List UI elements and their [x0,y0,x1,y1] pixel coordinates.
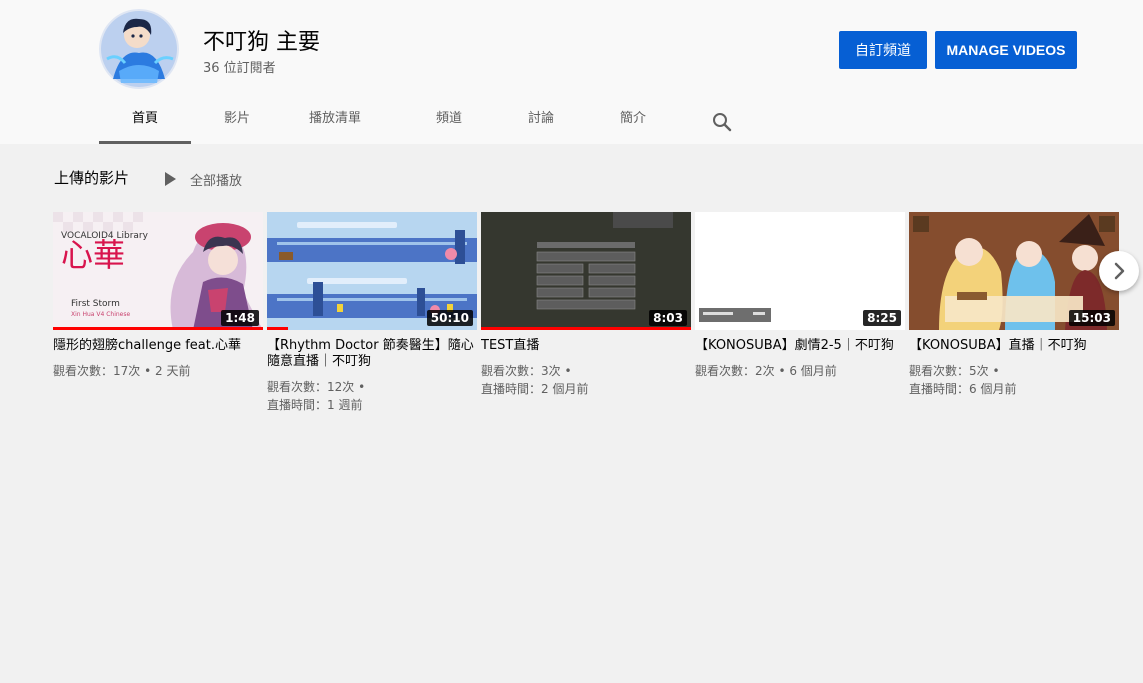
play-icon [165,172,176,186]
video-thumbnail[interactable]: 8:03 [481,212,691,330]
video-meta: 觀看次數：17次 • 2 天前 [53,364,191,378]
video-card[interactable]: 心華 VOCALOID4 Library First Storm Xin Hua… [53,212,263,380]
shelf-title: 上傳的影片 [54,169,130,187]
video-age: 直播時間：2 個月前 [481,382,589,396]
video-age: 6 個月前 [789,364,837,378]
video-duration: 8:25 [863,310,901,326]
tab-playlists[interactable]: 播放清單 [283,96,387,144]
video-title[interactable]: TEST直播 [481,338,691,354]
channel-header: 不叮狗 主要 36 位訂閱者 自訂頻道 MANAGE VIDEOS 首頁 影片 … [0,0,1143,144]
video-meta: 觀看次數：3次 • 直播時間：2 個月前 [481,364,589,396]
video-title[interactable]: 隱形的翅膀challenge feat.心華 [53,338,263,354]
video-views: 觀看次數：12次 [267,380,355,394]
video-views: 觀看次數：5次 [909,364,989,378]
video-title[interactable]: 【Rhythm Doctor 節奏醫生】隨心隨意直播｜不叮狗 [267,338,477,370]
video-thumbnail[interactable]: 50:10 [267,212,477,330]
video-title[interactable]: 【KONOSUBA】直播｜不叮狗 [909,338,1119,354]
watch-progress [481,327,691,330]
video-meta: 觀看次數：5次 • 直播時間：6 個月前 [909,364,1017,396]
video-age: 直播時間：1 週前 [267,398,363,412]
video-card[interactable]: 15:03 【KONOSUBA】直播｜不叮狗 觀看次數：5次 • 直播時間：6 個… [909,212,1119,398]
manage-videos-button[interactable]: MANAGE VIDEOS [935,31,1077,69]
tab-discussion[interactable]: 討論 [495,96,587,144]
video-card[interactable]: 8:25 【KONOSUBA】劇情2-5｜不叮狗 觀看次數：2次 • 6 個月前 [695,212,905,380]
video-views: 觀看次數：17次 [53,364,141,378]
video-meta: 觀看次數：12次 • 直播時間：1 週前 [267,380,366,412]
video-duration: 50:10 [426,310,473,326]
play-all-button[interactable]: 全部播放 [162,168,242,190]
video-duration: 15:03 [1068,310,1115,326]
video-age: 2 天前 [155,364,191,378]
video-card[interactable]: 8:03 TEST直播 觀看次數：3次 • 直播時間：2 個月前 [481,212,691,398]
watch-progress [267,327,288,330]
video-title[interactable]: 【KONOSUBA】劇情2-5｜不叮狗 [695,338,905,354]
tab-home[interactable]: 首頁 [99,96,191,144]
video-thumbnail[interactable]: 心華 VOCALOID4 Library First Storm Xin Hua… [53,212,263,330]
thumb-vocaloid: VOCALOID4 Library [61,231,149,241]
video-thumbnail[interactable]: 8:25 [695,212,905,330]
video-card[interactable]: 50:10 【Rhythm Doctor 節奏醫生】隨心隨意直播｜不叮狗 觀看次… [267,212,477,414]
video-thumbnail[interactable]: 15:03 [909,212,1119,330]
search-icon[interactable] [710,110,734,134]
subscriber-count: 36 位訂閱者 [203,61,276,76]
chevron-right-icon[interactable] [1099,251,1139,291]
tab-videos[interactable]: 影片 [191,96,283,144]
thumb-first-storm: First Storm [71,299,120,309]
video-views: 觀看次數：2次 [695,364,775,378]
thumb-caption: Xin Hua V4 Chinese [71,311,130,318]
video-age: 直播時間：6 個月前 [909,382,1017,396]
video-duration: 1:48 [221,310,259,326]
channel-avatar[interactable] [99,9,179,89]
video-meta: 觀看次數：2次 • 6 個月前 [695,364,837,378]
thumb-hanzi: 心華 [61,236,125,274]
play-all-label: 全部播放 [190,173,243,189]
customize-channel-button[interactable]: 自訂頻道 [839,31,927,69]
channel-name: 不叮狗 主要 [203,30,320,55]
video-views: 觀看次數：3次 [481,364,561,378]
tab-channels[interactable]: 頻道 [403,96,495,144]
video-duration: 8:03 [649,310,687,326]
tab-about[interactable]: 簡介 [587,96,679,144]
watch-progress [53,327,263,330]
